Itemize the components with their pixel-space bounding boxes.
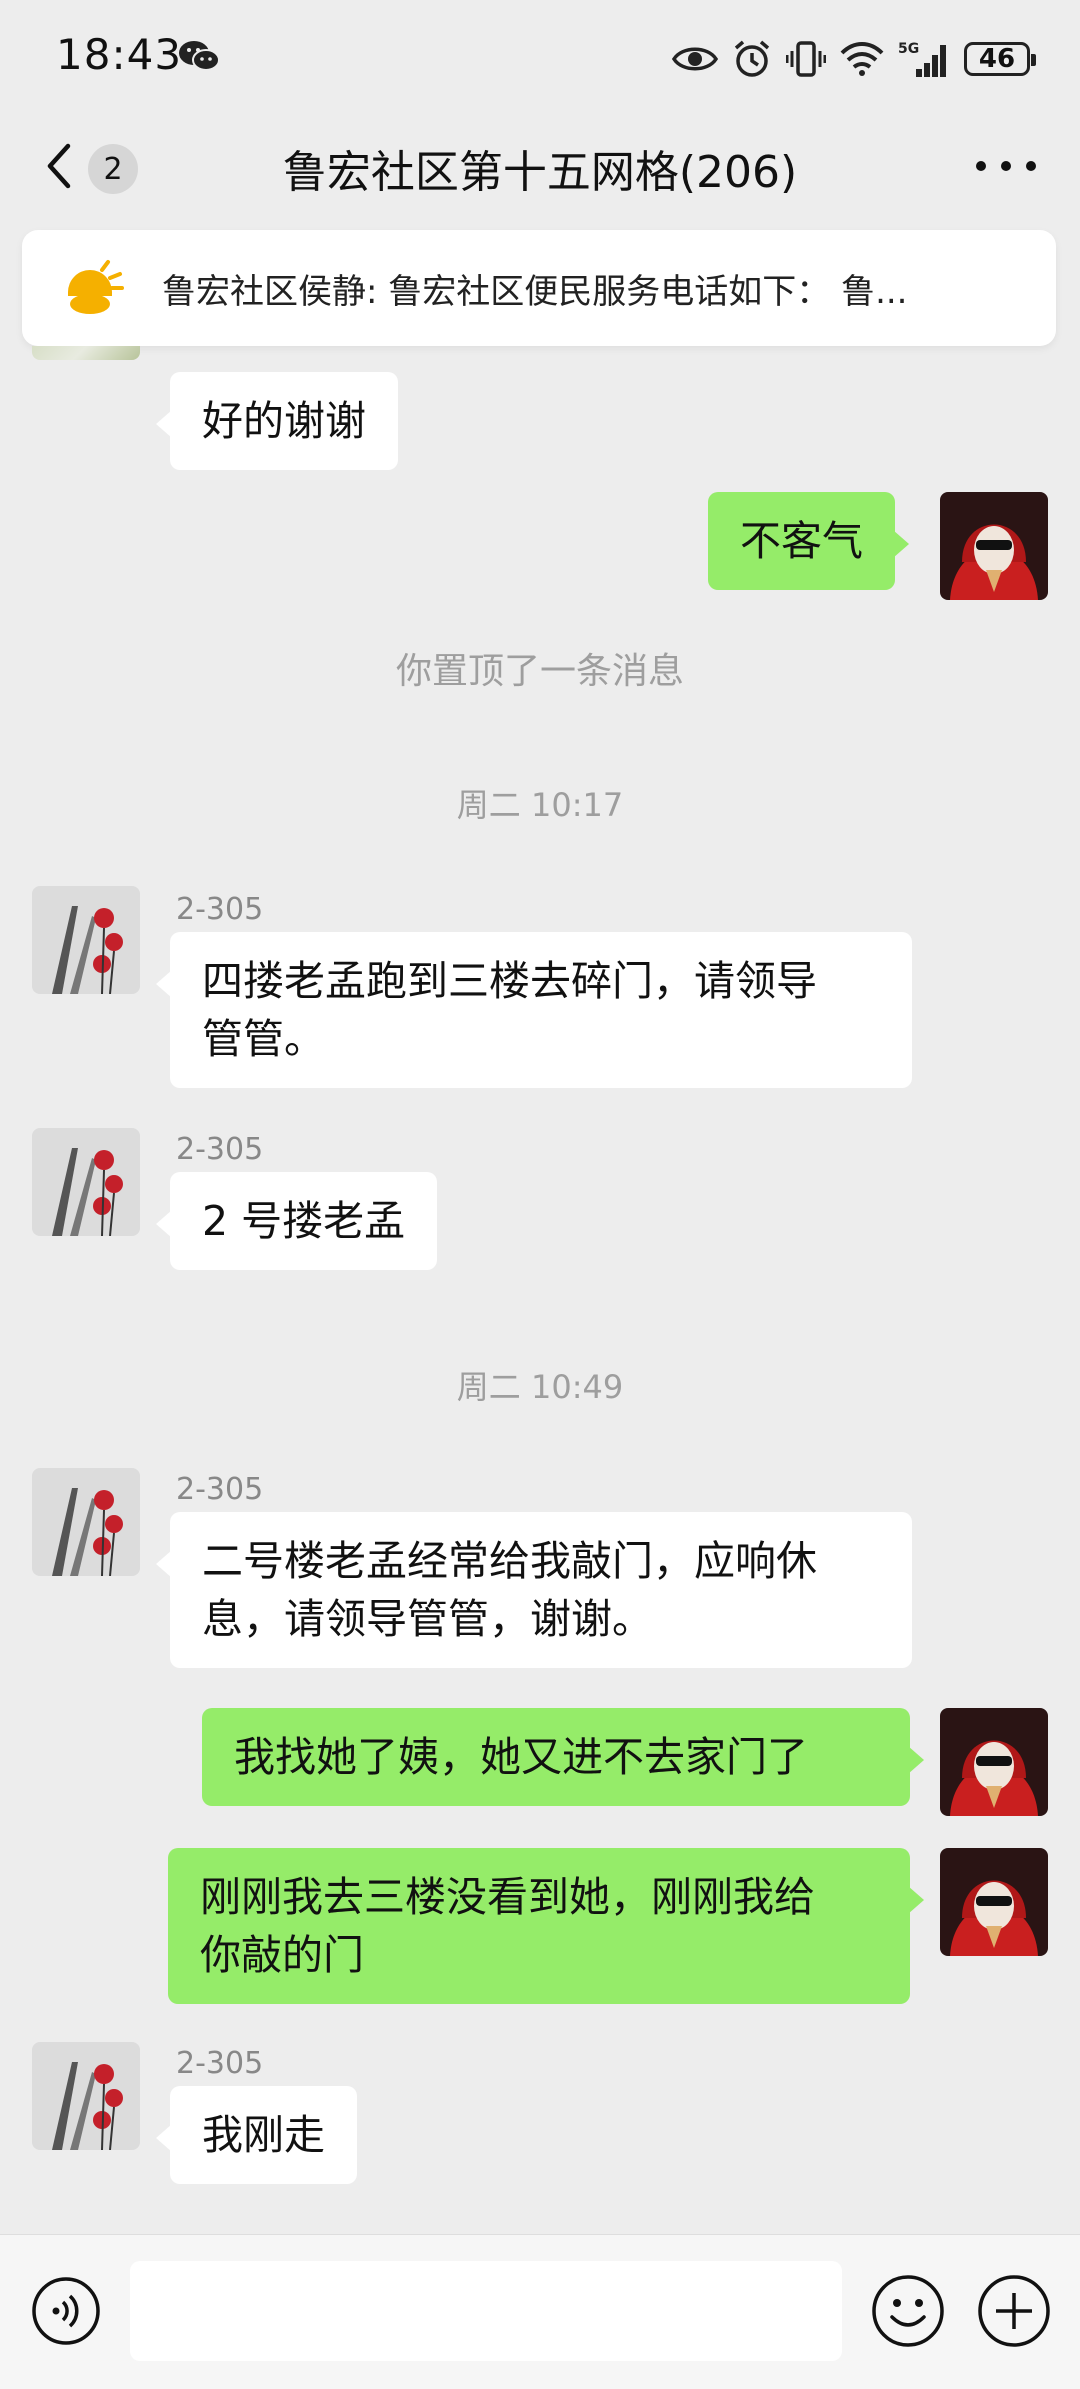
incoming-message[interactable]: 我刚走 (156, 2086, 357, 2184)
eye-icon (672, 47, 718, 71)
svg-text:5G: 5G (898, 41, 919, 57)
plus-icon[interactable] (976, 2273, 1052, 2349)
sender-name: 2-305 (176, 1472, 264, 1507)
message-text: 我找她了姨，她又进不去家门了 (234, 1733, 808, 1781)
avatar-image (940, 1848, 1048, 1956)
incoming-message[interactable]: 2 号搂老孟 (155, 1172, 438, 1270)
incoming-message[interactable]: 好的谢谢 (156, 372, 398, 470)
chat-header: 2 鲁宏社区第十五网格(206) (0, 118, 1080, 214)
message-text: 不客气 (740, 517, 863, 565)
battery-level: 46 (978, 44, 1016, 74)
emoji-icon[interactable] (870, 2273, 946, 2349)
timestamp: 周二 10:17 (456, 786, 624, 824)
message-text: 好的谢谢 (202, 397, 366, 445)
pinned-message-banner[interactable]: 鲁宏社区侯静: 鲁宏社区便民服务电话如下： 鲁... (22, 230, 1056, 346)
status-bar: 18:43 5G 46 (0, 0, 1080, 118)
more-icon[interactable] (976, 142, 1036, 190)
timestamp: 周二 10:49 (456, 1368, 624, 1406)
message-text: 四搂老孟跑到三楼去碎门，请领导 (202, 957, 817, 1005)
incoming-message[interactable]: 四搂老孟跑到三楼去碎门，请领导 管管。 (156, 932, 912, 1088)
sender-name: 2-305 (176, 892, 264, 927)
outgoing-message[interactable]: 刚刚我去三楼没看到她，刚刚我给 你敲的门 (168, 1848, 924, 2004)
message-text: 你敲的门 (200, 1931, 364, 1979)
message-text: 刚刚我去三楼没看到她，刚刚我给 (200, 1873, 815, 1921)
wifi-icon (840, 42, 884, 76)
avatar[interactable] (32, 1468, 140, 1576)
status-time: 18:43 (56, 30, 183, 79)
avatar-image (32, 2042, 140, 2150)
message-text: 管管。 (202, 1015, 325, 1063)
sender-name: 2-305 (176, 2046, 264, 2081)
avatar[interactable] (32, 346, 140, 360)
message-text: 二号楼老孟经常给我敲门，应响休 (202, 1537, 817, 1585)
my-avatar[interactable] (940, 1708, 1048, 1816)
status-icons: 5G 46 (672, 34, 1036, 84)
avatar[interactable] (32, 886, 140, 994)
outgoing-message[interactable]: 我找她了姨，她又进不去家门了 (202, 1708, 924, 1806)
pin-speaker-icon (68, 260, 124, 314)
avatar[interactable] (32, 1128, 140, 1236)
my-avatar[interactable] (940, 1848, 1048, 1956)
vibrate-icon (786, 41, 826, 77)
pinned-message-text: 鲁宏社区侯静: 鲁宏社区便民服务电话如下： 鲁... (162, 272, 908, 312)
incoming-message[interactable]: 二号楼老孟经常给我敲门，应响休 息，请领导管管，谢谢。 (156, 1512, 912, 1668)
message-text: 我刚走 (202, 2111, 325, 2159)
battery-icon: 46 (964, 42, 1036, 76)
avatar-image (32, 1468, 140, 1576)
chat-title: 鲁宏社区第十五网格(206) (282, 147, 798, 198)
avatar-image (32, 886, 140, 994)
avatar[interactable] (32, 2042, 140, 2150)
message-input[interactable] (130, 2261, 842, 2361)
pinned-system-note: 你置顶了一条消息 (395, 651, 684, 692)
outgoing-message[interactable]: 不客气 (708, 492, 909, 590)
voice-icon[interactable] (30, 2275, 102, 2347)
input-bar (0, 2234, 1080, 2389)
message-text: 息，请领导管管，谢谢。 (202, 1595, 653, 1643)
wechat-icon (179, 41, 220, 71)
message-list[interactable]: 好的谢谢 不客气 你置顶了一条消息 周二 10:17 2-305 四搂老孟跑到三… (0, 346, 1080, 2234)
avatar-image (940, 1708, 1048, 1816)
avatar-image (940, 492, 1048, 600)
sender-name: 2-305 (176, 1132, 264, 1167)
signal-icon: 5G (898, 41, 946, 77)
my-avatar[interactable] (940, 492, 1048, 600)
alarm-icon (734, 40, 770, 77)
avatar-image (32, 1128, 140, 1236)
message-text: 2 号搂老孟 (202, 1197, 406, 1245)
